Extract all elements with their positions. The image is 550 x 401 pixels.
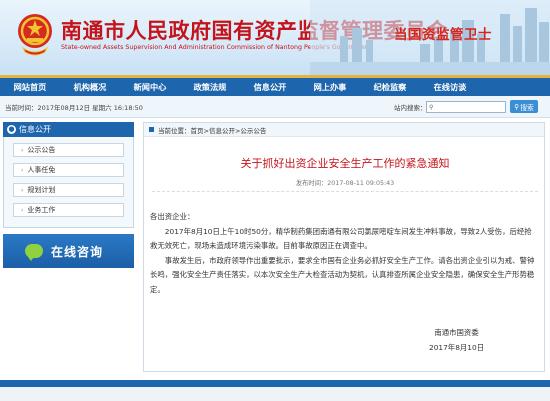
main-nav: 网站首页 机构概况 新闻中心 政策法规 信息公开 网上办事 纪检监察 在线访谈 [0, 78, 550, 96]
article-paragraph: 2017年8月10日上午10时50分，精华制药集团南通有限公司氯尿嘧啶车间发生冲… [150, 226, 532, 251]
sidebar-item-announcements[interactable]: › 公示公告 [13, 143, 124, 157]
breadcrumb: 当前位置：首页>信息公开>公示公告 [144, 123, 544, 137]
site-tagline: 当国资监管卫士 [394, 27, 492, 43]
search-icon: ⚲ [429, 103, 434, 111]
chevron-right-icon: › [21, 146, 24, 154]
footer-bar [0, 380, 550, 387]
article-salutation: 各出资企业： [150, 212, 195, 221]
info-bar: 当前时间：2017年08月12日 星期六 16:18:50 站内搜索： ⚲ ⚲ … [0, 96, 550, 118]
site-header: 南通市人民政府国有资产监督管理委员会 State-owned Assets Su… [0, 0, 550, 78]
chat-bubble-icon [25, 244, 43, 261]
search-input[interactable]: ⚲ [426, 101, 506, 113]
signature-date: 2017年8月10日 [429, 342, 485, 352]
signature-org: 南通市国资委 [434, 328, 479, 337]
nav-item-news[interactable]: 新闻中心 [120, 78, 180, 96]
nav-item-interview[interactable]: 在线访谈 [420, 78, 480, 96]
sidebar-list: › 公示公告 › 人事任免 › 规划计划 › 业务工作 [3, 137, 134, 228]
sidebar-heading: ● 信息公开 [3, 122, 134, 137]
search-button-icon: ⚲ [514, 102, 520, 111]
sidebar-item-label: 公示公告 [27, 146, 56, 154]
nav-item-online-service[interactable]: 网上办事 [300, 78, 360, 96]
article-signature: 南通市国资委 2017年8月10日 [429, 326, 484, 355]
nav-item-discipline[interactable]: 纪检监察 [360, 78, 420, 96]
sidebar-item-business[interactable]: › 业务工作 [13, 203, 124, 217]
breadcrumb-bullet-icon [149, 127, 154, 132]
article-title: 关于抓好出资企业安全生产工作的紧急通知 [240, 157, 450, 170]
current-time: 当前时间：2017年08月12日 星期六 16:18:50 [5, 104, 143, 112]
chevron-right-icon: › [21, 166, 24, 174]
article-body: 各出资企业： 2017年8月10日上午10时50分，精华制药集团南通有限公司氯尿… [150, 210, 539, 297]
online-consult-label: 在线咨询 [51, 244, 104, 259]
sidebar-item-label: 规划计划 [27, 186, 56, 194]
search-button[interactable]: ⚲ 搜索 [510, 100, 538, 113]
sidebar-item-appointments[interactable]: › 人事任免 [13, 163, 124, 177]
breadcrumb-text[interactable]: 当前位置：首页>信息公开>公示公告 [158, 125, 266, 135]
article-paragraph: 事故发生后，市政府领导作出重要批示，要求全市国有企业务必抓好安全生产工作。请各出… [150, 255, 535, 294]
search-label: 站内搜索： [394, 104, 427, 112]
search-button-label: 搜索 [520, 103, 534, 112]
nav-item-policy[interactable]: 政策法规 [180, 78, 240, 96]
sidebar: ● 信息公开 › 公示公告 › 人事任免 › 规划计划 › 业务工作 在线咨询 [3, 122, 134, 268]
nav-item-overview[interactable]: 机构概况 [60, 78, 120, 96]
chevron-right-icon: › [21, 186, 24, 194]
sidebar-item-label: 人事任免 [27, 166, 56, 174]
chevron-right-icon: › [21, 206, 24, 214]
national-emblem-icon [18, 14, 52, 56]
info-icon: ● [7, 125, 16, 134]
nav-item-home[interactable]: 网站首页 [0, 78, 60, 96]
nav-item-info[interactable]: 信息公开 [240, 78, 300, 96]
sidebar-item-plans[interactable]: › 规划计划 [13, 183, 124, 197]
online-consult-banner[interactable]: 在线咨询 [3, 234, 134, 268]
title-divider [152, 191, 538, 192]
article-panel: 当前位置：首页>信息公开>公示公告 关于抓好出资企业安全生产工作的紧急通知 发布… [143, 122, 545, 372]
sidebar-heading-label: 信息公开 [19, 125, 51, 134]
footer [0, 387, 550, 401]
publish-date: 发布时间：2017-08-11 09:05:43 [295, 180, 395, 187]
sidebar-item-label: 业务工作 [27, 206, 56, 214]
